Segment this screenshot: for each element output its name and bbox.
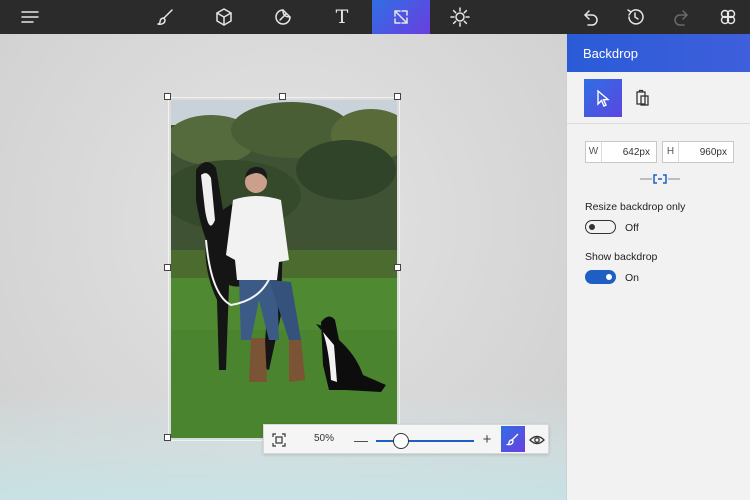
fit-to-window-icon[interactable]	[268, 429, 290, 451]
text-icon-glyph: T	[335, 5, 349, 28]
3d-shapes-icon[interactable]	[204, 0, 244, 34]
width-field[interactable]: W 642px	[585, 141, 657, 163]
remix3d-icon[interactable]	[708, 0, 748, 34]
width-label: W	[586, 142, 602, 162]
redo-icon[interactable]	[662, 0, 702, 34]
canvas-icon[interactable]	[372, 0, 430, 34]
text-icon[interactable]: T	[322, 0, 362, 34]
brush-mode-icon[interactable]	[501, 426, 525, 452]
resize-backdrop-only-label: Resize backdrop only	[585, 201, 686, 213]
show-backdrop-label: Show backdrop	[585, 251, 658, 263]
selection-frame	[168, 97, 400, 441]
resize-handle-left[interactable]	[164, 264, 171, 271]
show-backdrop-toggle[interactable]	[585, 270, 616, 284]
zoom-slider-thumb[interactable]	[392, 433, 409, 449]
stickers-icon[interactable]	[263, 0, 303, 34]
resize-backdrop-only-toggle[interactable]	[585, 220, 616, 234]
top-toolbar: T	[0, 0, 750, 34]
show-backdrop-state: On	[625, 272, 640, 284]
brushes-icon[interactable]	[145, 0, 185, 34]
zoom-out-button[interactable]: —	[354, 429, 368, 451]
resize-backdrop-only-state: Off	[625, 222, 639, 234]
height-value: 960px	[699, 147, 727, 158]
eye-icon[interactable]	[527, 429, 547, 451]
resize-handle-bottom-left[interactable]	[164, 434, 171, 441]
width-value: 642px	[622, 147, 650, 158]
menu-icon[interactable]	[10, 0, 50, 34]
lock-aspect-ratio-icon[interactable]	[640, 172, 680, 186]
mode-row	[567, 72, 750, 124]
resize-handle-top-left[interactable]	[164, 93, 171, 100]
select-pointer-icon[interactable]	[584, 79, 622, 117]
zoom-percent: 50%	[314, 433, 335, 444]
resize-handle-right[interactable]	[394, 264, 401, 271]
zoom-slider-track[interactable]	[376, 440, 474, 442]
height-field[interactable]: H 960px	[662, 141, 734, 163]
backdrop-panel: Backdrop W 642px H 960px Resize backdrop…	[566, 34, 750, 500]
resize-handle-top-right[interactable]	[394, 93, 401, 100]
zoom-in-button[interactable]: +	[480, 429, 494, 451]
height-label: H	[663, 142, 679, 162]
history-icon[interactable]	[615, 0, 655, 34]
panel-title: Backdrop	[567, 34, 750, 72]
undo-icon[interactable]	[570, 0, 610, 34]
resize-handle-top[interactable]	[279, 93, 286, 100]
clipboard-icon[interactable]	[631, 79, 653, 117]
zoom-toolbar: 50% — +	[263, 424, 549, 454]
effects-icon[interactable]	[440, 0, 480, 34]
